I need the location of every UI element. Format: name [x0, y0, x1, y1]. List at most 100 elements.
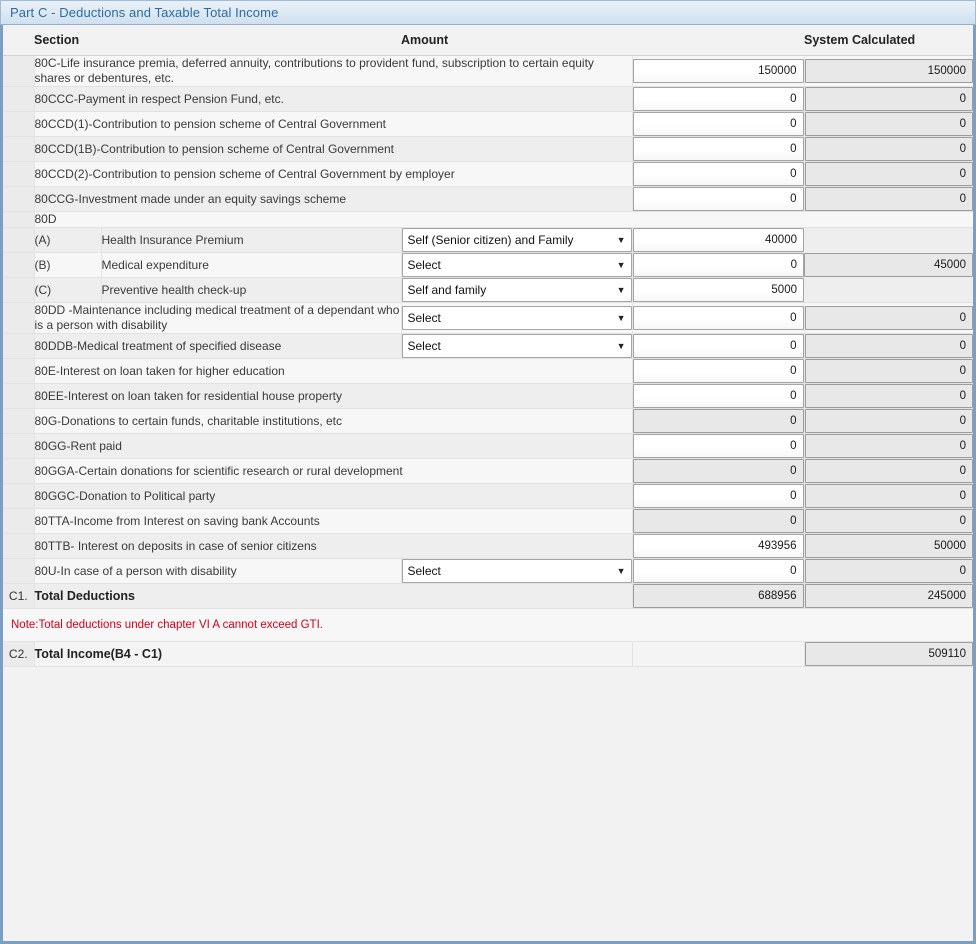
system-calculated-value: 0 — [804, 137, 973, 161]
system-calculated-value: 0 — [804, 384, 973, 408]
disease-select[interactable]: Select ▼ — [401, 334, 632, 358]
row-gutter — [3, 161, 34, 187]
amount-input[interactable]: 0 — [632, 253, 804, 277]
amount-input[interactable]: 493956 — [632, 534, 804, 558]
system-calculated-value: 0 — [804, 112, 973, 136]
row-marker-c1: C1. — [3, 583, 34, 609]
disability-select-value: Select — [407, 311, 441, 325]
row-label: 80DD -Maintenance including medical trea… — [33, 302, 401, 334]
relation-select[interactable]: Select ▼ — [401, 253, 632, 277]
sub-row-marker: (C) — [33, 277, 101, 303]
amount-input[interactable]: 40000 — [632, 228, 804, 252]
amount-input[interactable]: 5000 — [632, 278, 804, 302]
amount-cell: 0 — [631, 252, 804, 278]
amount-cell: 0 — [631, 161, 804, 187]
row-label: 80GGC-Donation to Political party — [33, 483, 632, 509]
table-row: (A) Health Insurance Premium Self (Senio… — [3, 227, 973, 303]
total-income-label: Total Income(B4 - C1) — [33, 641, 632, 667]
system-cell-merged-80d: 45000 — [804, 227, 973, 303]
row-gutter — [3, 302, 34, 334]
amount-cell: 0 — [631, 558, 804, 584]
amount-cell: 5000 — [631, 277, 804, 303]
system-cell: 50000 — [803, 533, 973, 559]
amount-input[interactable]: 0 — [632, 384, 804, 408]
amount-cell: 0 — [631, 136, 804, 162]
total-income-row: C2. Total Income(B4 - C1) 509110 — [3, 641, 973, 667]
amount-input[interactable]: 0 — [632, 187, 804, 211]
table-row: 80EE-Interest on loan taken for resident… — [3, 383, 973, 409]
table-row: 80CCD(1B)-Contribution to pension scheme… — [3, 136, 973, 162]
relation-select[interactable]: Self and family ▼ — [401, 278, 632, 302]
row-label: 80CCD(1)-Contribution to pension scheme … — [33, 111, 632, 137]
table-row: 80G-Donations to certain funds, charitab… — [3, 408, 973, 434]
system-calculated-value: 0 — [804, 162, 973, 186]
amount-input[interactable]: 0 — [632, 306, 804, 330]
select-cell: Select ▼ — [400, 558, 632, 584]
note-row: Note:Total deductions under chapter VI A… — [3, 608, 973, 642]
select-cell: Select ▼ — [400, 252, 632, 278]
amount-input[interactable]: 0 — [632, 359, 804, 383]
relation-select[interactable]: Self (Senior citizen) and Family ▼ — [401, 228, 632, 252]
section-80d-label: 80D — [33, 211, 973, 228]
table-header-row: Section Amount System Calculated — [3, 25, 973, 56]
system-cell: 0 — [803, 302, 973, 334]
row-gutter — [3, 252, 34, 278]
amount-input[interactable]: 0 — [632, 484, 804, 508]
amount-cell: 0 — [631, 302, 804, 334]
row-gutter — [3, 358, 34, 384]
column-header-section: Section — [34, 25, 401, 56]
system-calculated-value: 0 — [804, 187, 973, 211]
system-cell: 0 — [803, 483, 973, 509]
row-gutter — [3, 508, 34, 534]
table-row: 80GGC-Donation to Political party 0 0 — [3, 483, 973, 509]
row-label: Medical expenditure — [100, 252, 401, 278]
table-row: 80CCC-Payment in respect Pension Fund, e… — [3, 86, 973, 112]
row-label: 80E-Interest on loan taken for higher ed… — [33, 358, 632, 384]
amount-input: 0 — [632, 459, 804, 483]
total-deductions-amount: 688956 — [632, 584, 804, 608]
system-cell: 0 — [803, 186, 973, 212]
row-label: 80DDB-Medical treatment of specified dis… — [33, 333, 401, 359]
table-row: 80U-In case of a person with disability … — [3, 558, 973, 584]
row-gutter — [3, 86, 34, 112]
system-calculated-value: 0 — [804, 306, 973, 330]
system-cell: 0 — [803, 86, 973, 112]
amount-input[interactable]: 0 — [632, 137, 804, 161]
note-text: Note:Total deductions under chapter VI A… — [3, 608, 973, 642]
system-cell: 0 — [803, 111, 973, 137]
amount-input[interactable]: 0 — [632, 112, 804, 136]
system-cell: 0 — [803, 333, 973, 359]
person-disability-select[interactable]: Select ▼ — [401, 559, 632, 583]
amount-input[interactable]: 0 — [632, 434, 804, 458]
system-cell: 0 — [803, 508, 973, 534]
total-deductions-system: 245000 — [804, 584, 973, 608]
amount-input[interactable]: 0 — [632, 162, 804, 186]
amount-input[interactable]: 150000 — [632, 59, 804, 83]
system-calculated-value: 150000 — [804, 59, 973, 83]
row-label: 80TTA-Income from Interest on saving ban… — [33, 508, 632, 534]
amount-cell: 0 — [631, 358, 804, 384]
amount-input[interactable]: 0 — [632, 559, 804, 583]
amount-cell: 688956 — [631, 583, 804, 609]
table-row: 80TTB- Interest on deposits in case of s… — [3, 533, 973, 559]
disability-select[interactable]: Select ▼ — [401, 306, 632, 330]
row-gutter — [3, 186, 34, 212]
row-gutter — [3, 533, 34, 559]
panel-body: Section Amount System Calculated 80C-Lif… — [0, 25, 976, 944]
row-label: Preventive health check-up — [100, 277, 401, 303]
row-label: 80CCC-Payment in respect Pension Fund, e… — [33, 86, 632, 112]
row-gutter — [3, 227, 34, 253]
row-label: 80CCD(1B)-Contribution to pension scheme… — [33, 136, 632, 162]
amount-cell: 0 — [631, 383, 804, 409]
system-calculated-value: 0 — [804, 434, 973, 458]
total-deductions-row: C1. Total Deductions 688956 245000 — [3, 583, 973, 609]
system-calculated-value: 0 — [804, 87, 973, 111]
amount-input[interactable]: 0 — [632, 87, 804, 111]
total-income-system: 509110 — [804, 642, 973, 666]
table-row: 80DD -Maintenance including medical trea… — [3, 302, 973, 334]
table-row: 80E-Interest on loan taken for higher ed… — [3, 358, 973, 384]
row-label: 80GGA-Certain donations for scientific r… — [33, 458, 632, 484]
column-header-amount: Amount — [401, 25, 804, 56]
amount-input[interactable]: 0 — [632, 334, 804, 358]
table-row: 80C-Life insurance premia, deferred annu… — [3, 55, 973, 87]
